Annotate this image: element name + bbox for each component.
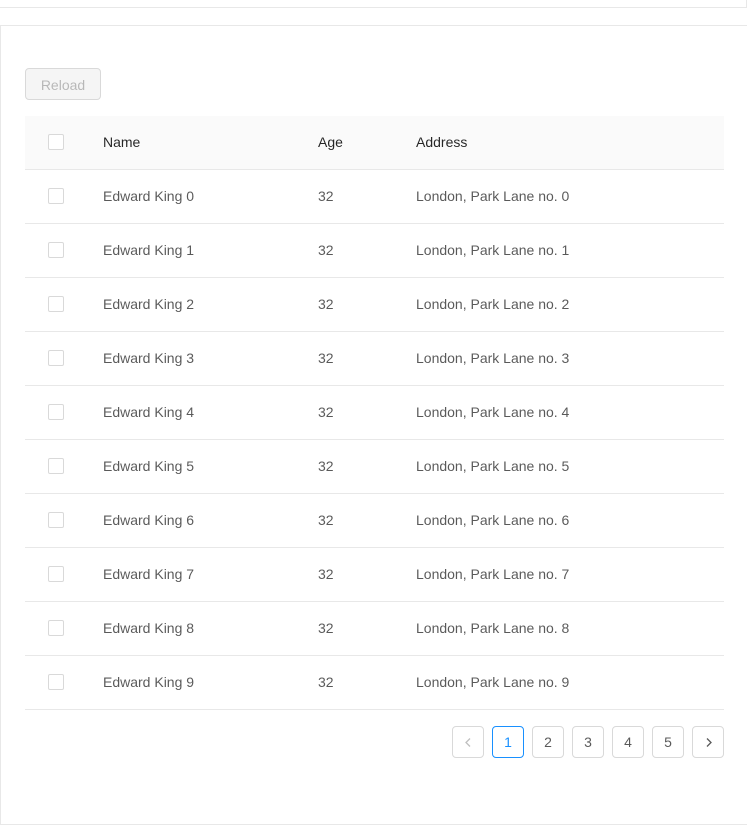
row-select-cell[interactable] xyxy=(48,548,64,601)
table-row: Edward King 0 32 London, Park Lane no. 0 xyxy=(25,170,724,224)
cell-name: Edward King 5 xyxy=(103,458,195,474)
column-header-age: Age xyxy=(318,134,343,150)
table-row: Edward King 3 32 London, Park Lane no. 3 xyxy=(25,332,724,386)
cell-age: 32 xyxy=(318,242,334,258)
cell-name: Edward King 1 xyxy=(103,242,195,258)
cell-name: Edward King 3 xyxy=(103,350,195,366)
table-row: Edward King 9 32 London, Park Lane no. 9 xyxy=(25,656,724,710)
table-row: Edward King 2 32 London, Park Lane no. 2 xyxy=(25,278,724,332)
row-select-cell[interactable] xyxy=(48,278,64,331)
top-panel xyxy=(0,0,747,8)
row-checkbox[interactable] xyxy=(48,296,64,312)
cell-name: Edward King 9 xyxy=(103,674,195,690)
row-checkbox[interactable] xyxy=(48,242,64,258)
table-row: Edward King 7 32 London, Park Lane no. 7 xyxy=(25,548,724,602)
chevron-left-icon xyxy=(465,738,471,747)
row-checkbox[interactable] xyxy=(48,566,64,582)
row-checkbox[interactable] xyxy=(48,350,64,366)
page-button-4[interactable]: 4 xyxy=(612,726,644,758)
table-row: Edward King 6 32 London, Park Lane no. 6 xyxy=(25,494,724,548)
chevron-right-icon xyxy=(706,738,712,747)
cell-age: 32 xyxy=(318,674,334,690)
row-select-cell[interactable] xyxy=(48,332,64,385)
table-row: Edward King 4 32 London, Park Lane no. 4 xyxy=(25,386,724,440)
page-button-1[interactable]: 1 xyxy=(492,726,524,758)
row-select-cell[interactable] xyxy=(48,494,64,547)
cell-address: London, Park Lane no. 3 xyxy=(416,350,570,366)
cell-address: London, Park Lane no. 2 xyxy=(416,296,570,312)
cell-address: London, Park Lane no. 4 xyxy=(416,404,570,420)
row-checkbox[interactable] xyxy=(48,404,64,420)
cell-age: 32 xyxy=(318,296,334,312)
page-button-2[interactable]: 2 xyxy=(532,726,564,758)
cell-age: 32 xyxy=(318,620,334,636)
row-checkbox[interactable] xyxy=(48,188,64,204)
cell-name: Edward King 2 xyxy=(103,296,195,312)
row-select-cell[interactable] xyxy=(48,224,64,277)
cell-address: London, Park Lane no. 9 xyxy=(416,674,570,690)
cell-address: London, Park Lane no. 6 xyxy=(416,512,570,528)
select-all-checkbox[interactable] xyxy=(48,134,64,150)
row-select-cell[interactable] xyxy=(48,602,64,655)
table-row: Edward King 1 32 London, Park Lane no. 1 xyxy=(25,224,724,278)
cell-name: Edward King 4 xyxy=(103,404,195,420)
row-checkbox[interactable] xyxy=(48,458,64,474)
select-all-cell[interactable] xyxy=(48,116,64,169)
cell-age: 32 xyxy=(318,566,334,582)
cell-name: Edward King 6 xyxy=(103,512,195,528)
data-table: Name Age Address Edward King 0 32 London, … xyxy=(25,116,724,710)
cell-name: Edward King 8 xyxy=(103,620,195,636)
row-checkbox[interactable] xyxy=(48,512,64,528)
cell-age: 32 xyxy=(318,512,334,528)
cell-address: London, Park Lane no. 5 xyxy=(416,458,570,474)
row-select-cell[interactable] xyxy=(48,440,64,493)
table-body: Edward King 0 32 London, Park Lane no. 0 Ed… xyxy=(25,170,724,710)
table-row: Edward King 8 32 London, Park Lane no. 8 xyxy=(25,602,724,656)
cell-age: 32 xyxy=(318,458,334,474)
row-select-cell[interactable] xyxy=(48,170,64,223)
row-select-cell[interactable] xyxy=(48,386,64,439)
page-button-3[interactable]: 3 xyxy=(572,726,604,758)
row-checkbox[interactable] xyxy=(48,674,64,690)
column-header-name: Name xyxy=(103,134,141,150)
page-button-5[interactable]: 5 xyxy=(652,726,684,758)
cell-address: London, Park Lane no. 7 xyxy=(416,566,570,582)
cell-age: 32 xyxy=(318,188,334,204)
cell-name: Edward King 0 xyxy=(103,188,195,204)
table-row: Edward King 5 32 London, Park Lane no. 5 xyxy=(25,440,724,494)
row-select-cell[interactable] xyxy=(48,656,64,709)
cell-address: London, Park Lane no. 8 xyxy=(416,620,570,636)
cell-address: London, Park Lane no. 0 xyxy=(416,188,570,204)
cell-age: 32 xyxy=(318,404,334,420)
cell-age: 32 xyxy=(318,350,334,366)
reload-button: Reload xyxy=(25,68,101,100)
prev-page-button[interactable] xyxy=(452,726,484,758)
row-checkbox[interactable] xyxy=(48,620,64,636)
column-header-address: Address xyxy=(416,134,468,150)
table-header: Name Age Address xyxy=(25,116,724,170)
cell-name: Edward King 7 xyxy=(103,566,195,582)
next-page-button[interactable] xyxy=(692,726,724,758)
cell-address: London, Park Lane no. 1 xyxy=(416,242,570,258)
